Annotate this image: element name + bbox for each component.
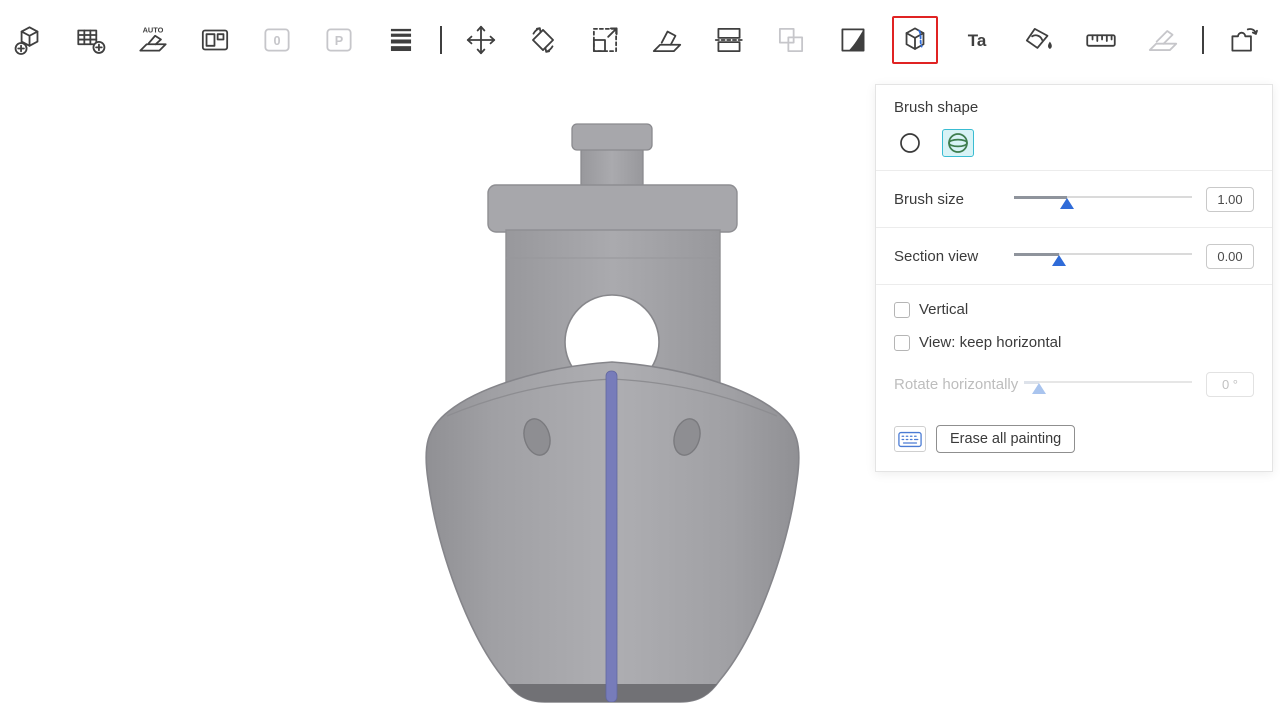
erase-row: Erase all painting bbox=[894, 425, 1254, 453]
move-button[interactable] bbox=[458, 16, 504, 64]
toolbar-separator bbox=[440, 26, 442, 54]
brush-shape-circle-option[interactable] bbox=[894, 129, 926, 157]
rotate-horizontally-row: Rotate horizontally bbox=[894, 369, 1254, 399]
brush-size-label: Brush size bbox=[894, 191, 1014, 208]
plate-zero-button[interactable]: 0 bbox=[254, 16, 300, 64]
benchy-chimney bbox=[572, 124, 652, 190]
mesh-boolean-icon bbox=[773, 22, 809, 58]
rotate-icon bbox=[525, 22, 561, 58]
svg-text:0: 0 bbox=[273, 34, 280, 48]
section-view-input[interactable] bbox=[1206, 244, 1254, 269]
plate-zero-icon: 0 bbox=[259, 22, 295, 58]
keyboard-shortcuts-button[interactable] bbox=[894, 426, 926, 452]
vertical-checkbox-row[interactable]: Vertical bbox=[894, 301, 1254, 318]
panel-divider bbox=[876, 284, 1272, 285]
add-plate-button[interactable] bbox=[68, 16, 114, 64]
section-view-label: Section view bbox=[894, 248, 1014, 265]
text-tool-button[interactable]: Ta bbox=[954, 16, 1000, 64]
toolbar: AUTO 0 P bbox=[0, 0, 1280, 80]
vertical-checkbox[interactable] bbox=[894, 302, 910, 318]
measure-icon bbox=[1083, 22, 1119, 58]
slider-fill bbox=[1014, 196, 1067, 199]
plate-p-icon: P bbox=[321, 22, 357, 58]
slider-track bbox=[1024, 381, 1192, 383]
move-icon bbox=[463, 22, 499, 58]
slider-thumb bbox=[1032, 383, 1046, 394]
auto-orient-icon: AUTO bbox=[135, 22, 171, 58]
auto-orient-button[interactable]: AUTO bbox=[130, 16, 176, 64]
benchy-cabin-roof bbox=[488, 185, 737, 232]
slider-thumb[interactable] bbox=[1060, 198, 1074, 209]
svg-text:Ta: Ta bbox=[968, 31, 987, 50]
assembly-button[interactable] bbox=[1220, 16, 1266, 64]
variable-layer-height-icon bbox=[835, 22, 871, 58]
seam-painting-icon bbox=[897, 22, 933, 58]
place-on-face-icon bbox=[649, 22, 685, 58]
text-tool-icon: Ta bbox=[959, 22, 995, 58]
color-painting-icon bbox=[1021, 22, 1057, 58]
rotate-horizontally-label: Rotate horizontally bbox=[894, 376, 1018, 393]
add-object-button[interactable] bbox=[6, 16, 52, 64]
cut-icon bbox=[711, 22, 747, 58]
section-view-row: Section view bbox=[894, 241, 1254, 271]
place-on-face-button[interactable] bbox=[644, 16, 690, 64]
brush-size-slider[interactable] bbox=[1014, 190, 1192, 208]
toolbar-separator bbox=[1202, 26, 1204, 54]
vertical-label: Vertical bbox=[919, 301, 968, 318]
svg-text:AUTO: AUTO bbox=[143, 26, 164, 35]
brush-size-input[interactable] bbox=[1206, 187, 1254, 212]
seam-painting-button[interactable] bbox=[892, 16, 938, 64]
brush-shape-options bbox=[894, 129, 1254, 157]
plate-p-button[interactable]: P bbox=[316, 16, 362, 64]
cut-button[interactable] bbox=[706, 16, 752, 64]
svg-text:P: P bbox=[335, 34, 344, 48]
brush-shape-label: Brush shape bbox=[894, 99, 1254, 116]
sphere-brush-icon bbox=[946, 131, 970, 155]
keep-horizontal-label: View: keep horizontal bbox=[919, 334, 1061, 351]
seam-painting-panel: Brush shape Brush size bbox=[875, 84, 1273, 472]
keep-horizontal-checkbox-row[interactable]: View: keep horizontal bbox=[894, 334, 1254, 351]
erase-all-painting-button[interactable]: Erase all painting bbox=[936, 425, 1075, 453]
layer-list-icon bbox=[383, 22, 419, 58]
brush-shape-sphere-option[interactable] bbox=[942, 129, 974, 157]
assembly-icon bbox=[1225, 22, 1261, 58]
panel-divider bbox=[876, 227, 1272, 228]
rotate-horizontally-input bbox=[1206, 372, 1254, 397]
rotate-horizontally-slider bbox=[1024, 375, 1192, 393]
keep-horizontal-checkbox[interactable] bbox=[894, 335, 910, 351]
arrange-button[interactable] bbox=[192, 16, 238, 64]
color-painting-button[interactable] bbox=[1016, 16, 1062, 64]
brush-size-row: Brush size bbox=[894, 184, 1254, 214]
mesh-boolean-button[interactable] bbox=[768, 16, 814, 64]
support-painting-button[interactable] bbox=[1140, 16, 1186, 64]
scale-icon bbox=[587, 22, 623, 58]
add-object-icon bbox=[11, 22, 47, 58]
arrange-icon bbox=[197, 22, 233, 58]
add-plate-icon bbox=[73, 22, 109, 58]
section-view-slider[interactable] bbox=[1014, 247, 1192, 265]
variable-layer-height-button[interactable] bbox=[830, 16, 876, 64]
keyboard-icon bbox=[898, 431, 922, 448]
panel-divider bbox=[876, 170, 1272, 171]
measure-button[interactable] bbox=[1078, 16, 1124, 64]
rotate-button[interactable] bbox=[520, 16, 566, 64]
circle-brush-icon bbox=[898, 131, 922, 155]
scale-button[interactable] bbox=[582, 16, 628, 64]
slider-thumb[interactable] bbox=[1052, 255, 1066, 266]
layer-list-button[interactable] bbox=[378, 16, 424, 64]
painted-seam-stripe bbox=[606, 371, 617, 702]
viewport-3d[interactable]: Brush shape Brush size bbox=[0, 80, 1280, 720]
support-painting-icon bbox=[1145, 22, 1181, 58]
